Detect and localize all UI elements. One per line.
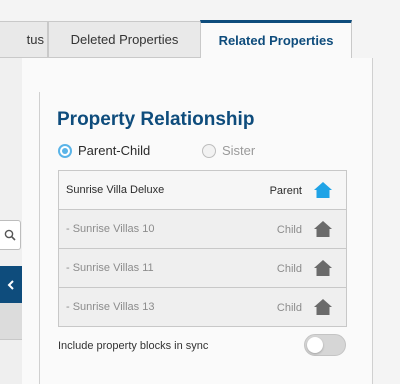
- property-name: - Sunrise Villas 10: [66, 223, 155, 235]
- search-button[interactable]: [0, 220, 21, 250]
- list-item[interactable]: - Sunrise Villas 11 Child: [59, 248, 346, 287]
- house-icon: [314, 260, 332, 276]
- tab-label: tus: [26, 32, 44, 47]
- list-item[interactable]: - Sunrise Villas 13 Child: [59, 287, 346, 326]
- property-role: Child: [276, 224, 302, 236]
- chevron-left-icon: [7, 279, 14, 290]
- radio-label: Parent-Child: [78, 143, 151, 158]
- property-name: - Sunrise Villas 13: [66, 301, 155, 313]
- search-icon: [4, 229, 16, 241]
- sync-label: Include property blocks in sync: [58, 340, 209, 352]
- radio-button[interactable]: [202, 143, 216, 158]
- list-item[interactable]: - Sunrise Villas 10 Child: [59, 209, 346, 248]
- house-icon: [314, 221, 332, 237]
- collapse-button[interactable]: [0, 266, 22, 303]
- tab-status[interactable]: tus: [0, 21, 48, 57]
- left-list-row: [0, 303, 22, 339]
- property-name: - Sunrise Villas 11: [66, 262, 154, 274]
- page-title: Property Relationship: [57, 109, 255, 130]
- house-icon: [314, 299, 332, 315]
- radio-parent-child[interactable]: Parent-Child: [58, 143, 150, 158]
- tab-bar: tus Deleted Properties Related Propertie…: [0, 0, 400, 58]
- property-role: Child: [276, 302, 302, 314]
- sync-toggle[interactable]: [304, 334, 346, 356]
- tab-related-properties[interactable]: Related Properties: [200, 20, 352, 58]
- radio-button-selected[interactable]: [58, 143, 72, 158]
- property-role: Parent: [269, 185, 302, 197]
- tab-label: Related Properties: [218, 33, 334, 48]
- tab-deleted-properties[interactable]: Deleted Properties: [48, 21, 201, 57]
- section-divider: [39, 92, 40, 384]
- radio-sister[interactable]: Sister: [202, 143, 255, 158]
- left-list-row: [0, 340, 22, 384]
- tab-label: Deleted Properties: [70, 32, 179, 47]
- property-role: Child: [276, 263, 302, 275]
- property-list: Sunrise Villa Deluxe Parent - Sunrise Vi…: [58, 170, 347, 327]
- toggle-knob[interactable]: [307, 337, 323, 353]
- radio-label: Sister: [222, 143, 256, 158]
- house-icon: [314, 182, 332, 198]
- list-item[interactable]: Sunrise Villa Deluxe Parent: [59, 171, 346, 209]
- property-name: Sunrise Villa Deluxe: [66, 184, 165, 196]
